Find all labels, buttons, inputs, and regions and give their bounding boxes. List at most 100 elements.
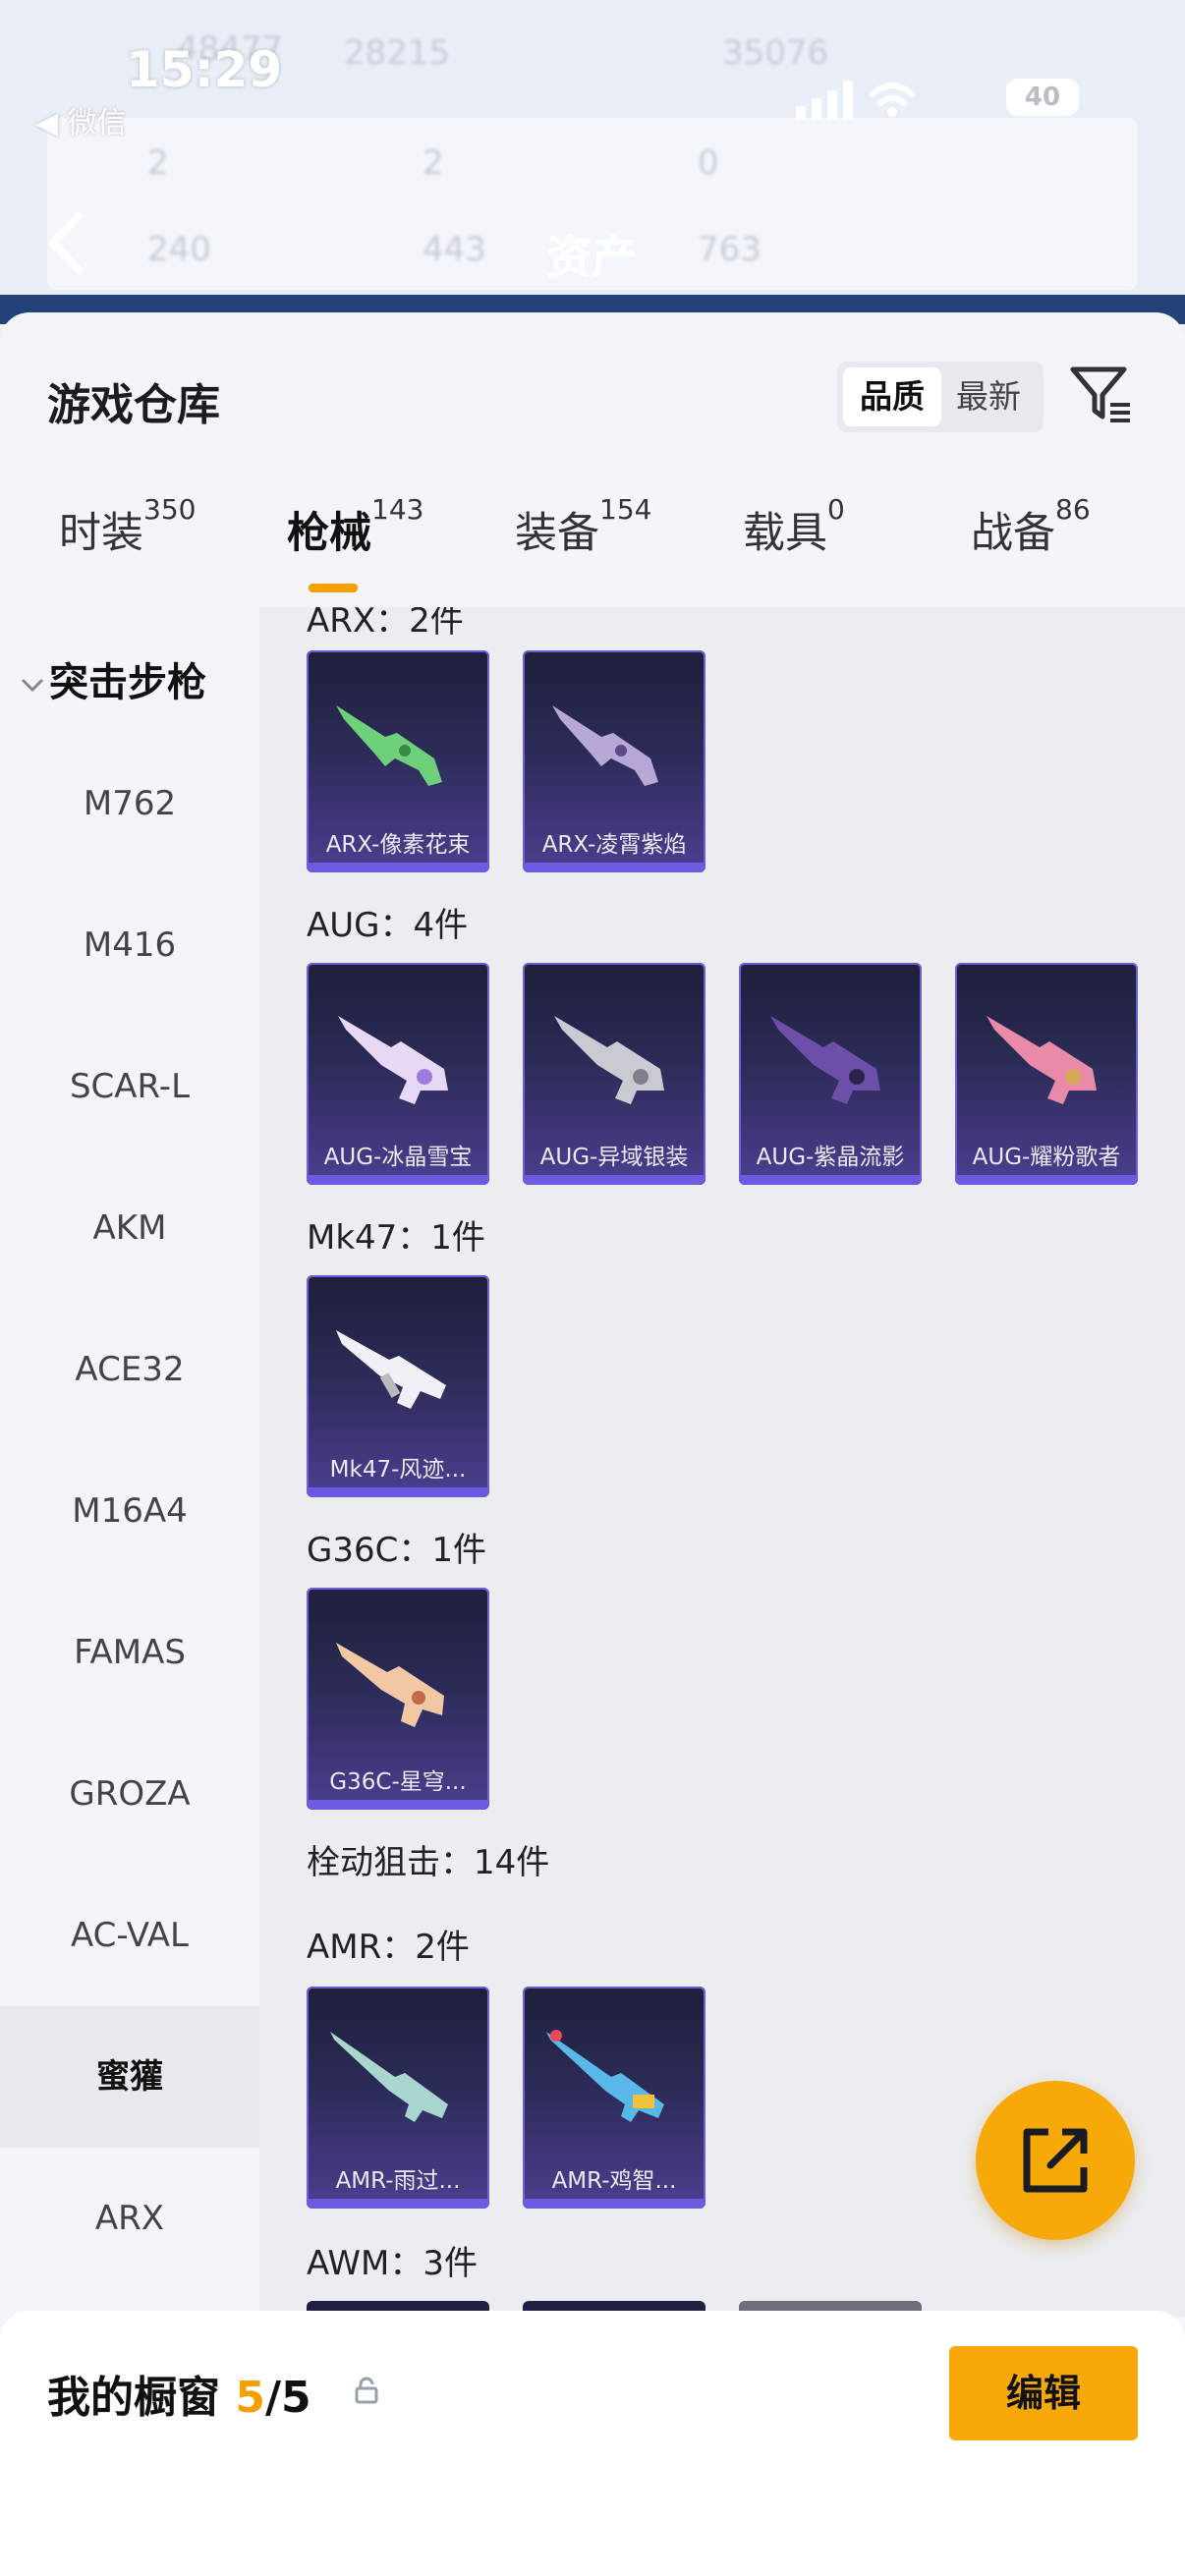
card-quality-bar: [307, 1800, 489, 1810]
tab-count: 0: [827, 493, 845, 526]
weapon-sidebar: 突击步枪 M762 M416 SCAR-L AKM ACE32 M16A4 FA…: [0, 607, 259, 2317]
battery-indicator: 40: [1006, 79, 1079, 116]
sidebar-item-scar-l[interactable]: SCAR-L: [0, 1016, 259, 1157]
signal-wifi-icon: [796, 81, 915, 120]
chevron-down-icon: [21, 678, 44, 693]
card-quality-bar: [307, 1487, 489, 1497]
weapon-card[interactable]: AUG-冰晶雪宝: [307, 963, 489, 1185]
weapon-card[interactable]: AUG-紫晶流影: [739, 963, 922, 1185]
tab-fashion[interactable]: 时装350: [59, 493, 196, 607]
lock-icon: [355, 2377, 378, 2404]
sidebar-item-m762[interactable]: M762: [0, 733, 259, 874]
card-quality-bar: [307, 2199, 489, 2209]
card-quality-bar: [307, 1175, 489, 1185]
group-title-mk47: Mk47：1件: [307, 1218, 485, 1258]
card-quality-bar: [307, 863, 489, 872]
sidebar-item-arx[interactable]: ARX: [0, 2148, 259, 2289]
sidebar-category-label: 突击步枪: [49, 660, 206, 705]
weapon-card[interactable]: G36C-星穹...: [307, 1588, 489, 1810]
tab-label: 装备: [515, 509, 599, 558]
tab-label: 时装: [59, 509, 143, 558]
showcase-current-count: 5: [235, 2373, 265, 2423]
rifle-skin-icon: [770, 1016, 880, 1104]
rifle-skin-icon: [552, 705, 658, 786]
sidebar-item-honey-badger[interactable]: 蜜獾: [0, 2006, 259, 2148]
card-quality-bar: [955, 1175, 1138, 1185]
weapon-card-label: AUG-异域银装: [539, 1145, 689, 1170]
faint-value: 443: [423, 230, 486, 269]
weapon-list: ARX：2件 ARX-像素花束 ARX-凌霄紫焰 AUG：4件 AUG-冰晶雪宝…: [259, 607, 1185, 2317]
rifle-skin-icon: [336, 705, 442, 786]
showcase-title: 我的橱窗 5/5: [47, 2362, 311, 2425]
weapon-card[interactable]: AMR-雨过...: [307, 1987, 489, 2209]
weapon-card-label: AUG-冰晶雪宝: [323, 1145, 473, 1170]
card-quality-bar: [739, 1175, 922, 1185]
tab-count: 154: [599, 493, 652, 526]
tab-vehicles[interactable]: 载具0: [743, 493, 845, 607]
card-quality-bar: [523, 2199, 705, 2209]
sheet-title: 游戏仓库: [47, 380, 220, 430]
back-to-wechat[interactable]: ◀ 微信: [35, 98, 127, 141]
category-tabs: 时装350 枪械143 装备154 载具0 战备86: [0, 493, 1185, 607]
group-title-arx: ARX：2件: [307, 607, 464, 641]
filter-icon[interactable]: [1067, 360, 1136, 428]
sidebar-item-famas[interactable]: FAMAS: [0, 1582, 259, 1723]
active-tab-indicator: [309, 584, 358, 592]
share-external-icon: [1023, 2128, 1088, 2193]
card-quality-bar: [523, 863, 705, 872]
faint-value: 2: [423, 143, 444, 183]
weapon-card-label: Mk47-风迹...: [329, 1457, 467, 1483]
weapon-card[interactable]: ARX-凌霄紫焰: [523, 650, 705, 872]
card-quality-bar: [523, 1175, 705, 1185]
weapon-card[interactable]: ARX-像素花束: [307, 650, 489, 872]
tab-tactical[interactable]: 战备86: [971, 493, 1091, 607]
back-arrow-icon[interactable]: [41, 208, 90, 277]
group-title-aug: AUG：4件: [307, 906, 469, 945]
group-title-bolt-action: 栓动狙击：14件: [307, 1843, 550, 1882]
rifle-skin-icon: [987, 1016, 1097, 1104]
share-button[interactable]: [976, 2081, 1135, 2240]
sidebar-item-ace32[interactable]: ACE32: [0, 1299, 259, 1440]
sort-quality-button[interactable]: 品质: [843, 367, 941, 426]
rifle-skin-icon: [336, 1330, 446, 1409]
tab-label: 战备: [971, 509, 1055, 558]
group-title-amr: AMR：2件: [307, 1928, 470, 1967]
edit-button[interactable]: 编辑: [949, 2346, 1138, 2440]
showcase-total-count: /5: [264, 2373, 311, 2423]
weapon-card[interactable]: Mk47-风迹...: [307, 1275, 489, 1497]
weapon-card-label: AUG-紫晶流影: [756, 1145, 905, 1170]
sort-toggle: 品质 最新: [837, 362, 1044, 432]
faint-value: 2: [147, 143, 169, 183]
rifle-skin-icon: [554, 1016, 664, 1104]
tab-count: 143: [371, 493, 424, 526]
sidebar-item-m16a4[interactable]: M16A4: [0, 1440, 259, 1582]
weapon-card-label: AMR-鸡智...: [551, 2168, 677, 2194]
showcase-label: 我的橱窗: [47, 2373, 220, 2423]
weapon-card-label: AUG-耀粉歌者: [972, 1145, 1121, 1170]
weapon-card[interactable]: AUG-耀粉歌者: [955, 963, 1138, 1185]
weapon-card-label: ARX-凌霄紫焰: [541, 832, 687, 858]
faint-value: 763: [698, 230, 762, 269]
sidebar-item-m416[interactable]: M416: [0, 874, 259, 1016]
group-title-g36c: G36C：1件: [307, 1531, 486, 1570]
sort-latest-button[interactable]: 最新: [939, 367, 1038, 426]
sidebar-item-akm[interactable]: AKM: [0, 1157, 259, 1299]
sidebar-item-ac-val[interactable]: AC-VAL: [0, 1865, 259, 2006]
tab-equipment[interactable]: 装备154: [515, 493, 651, 607]
group-title-awm: AWM：3件: [307, 2244, 478, 2283]
rifle-skin-icon: [338, 1016, 448, 1104]
tab-label: 枪械: [287, 509, 371, 558]
status-bar: 15:29 ◀ 微信 40: [0, 0, 1185, 140]
faint-value: 0: [698, 143, 719, 183]
rifle-skin-icon: [546, 2030, 664, 2122]
status-time: 15:29: [126, 41, 283, 98]
weapon-card-label: ARX-像素花束: [325, 832, 471, 858]
tab-count: 350: [143, 493, 197, 526]
weapon-card[interactable]: AUG-异域银装: [523, 963, 705, 1185]
weapon-card[interactable]: AMR-鸡智...: [523, 1987, 705, 2209]
tab-label: 载具: [743, 509, 827, 558]
rifle-skin-icon: [336, 1643, 444, 1727]
page-title-assets: 资产: [546, 231, 637, 284]
sidebar-category[interactable]: 突击步枪: [20, 650, 206, 707]
sidebar-item-groza[interactable]: GROZA: [0, 1723, 259, 1865]
